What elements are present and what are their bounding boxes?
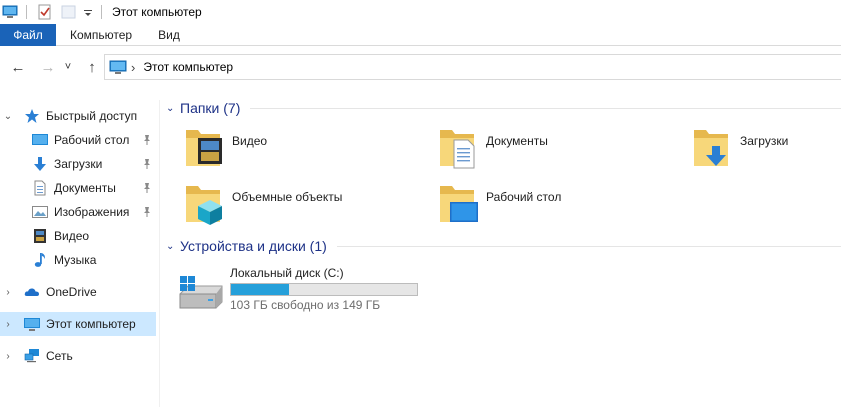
- pin-icon[interactable]: [142, 134, 152, 146]
- new-folder-icon[interactable]: [61, 4, 77, 20]
- folder-3d-objects[interactable]: Объемные объекты: [184, 182, 424, 234]
- group-header-devices[interactable]: ⌄ Устройства и диски (1): [166, 238, 841, 254]
- content-pane: ⌄ Папки (7) Видео Документы Загрузки Объ…: [162, 96, 841, 407]
- sidebar-item-videos[interactable]: Видео: [0, 224, 156, 248]
- chevron-down-icon[interactable]: ⌄: [166, 103, 180, 114]
- tab-file[interactable]: Файл: [0, 24, 56, 46]
- pin-icon[interactable]: [142, 158, 152, 170]
- folder-downloads[interactable]: Загрузки: [692, 126, 841, 178]
- chevron-down-icon[interactable]: ⌄: [0, 111, 16, 122]
- music-icon: [32, 252, 48, 268]
- ribbon-tabs: Файл Компьютер Вид: [0, 24, 841, 46]
- onedrive-icon: [24, 284, 40, 300]
- sidebar-item-label: Видео: [54, 229, 90, 243]
- up-icon[interactable]: ↑: [82, 57, 102, 77]
- sidebar-item-label: Изображения: [54, 205, 130, 219]
- sidebar-item-pictures[interactable]: Изображения: [0, 200, 156, 224]
- recent-locations-icon[interactable]: ˅: [62, 57, 74, 77]
- sidebar-item-label: Загрузки: [54, 157, 103, 171]
- chevron-right-icon[interactable]: ›: [0, 287, 16, 298]
- folder-label: Рабочий стол: [486, 190, 562, 204]
- desktop-icon: [32, 132, 48, 148]
- title-bar: Этот компьютер: [0, 0, 841, 24]
- navigation-bar: ← → ˅ ↑ › Этот компьютер: [0, 50, 841, 84]
- sidebar-item-documents[interactable]: Документы: [0, 176, 156, 200]
- drive-name: Локальный диск (C:): [230, 266, 344, 280]
- group-title: Папки (7): [180, 100, 241, 116]
- breadcrumb[interactable]: Этот компьютер: [143, 60, 233, 74]
- sidebar-item-music[interactable]: Музыка: [0, 248, 156, 272]
- sidebar-item-onedrive[interactable]: › OneDrive: [0, 280, 156, 304]
- hard-drive-icon: [176, 266, 224, 310]
- network-icon: [24, 348, 40, 364]
- documents-folder-icon: [438, 126, 478, 170]
- sidebar-item-label: Этот компьютер: [46, 317, 136, 331]
- group-header-folders[interactable]: ⌄ Папки (7): [166, 100, 841, 116]
- group-title: Устройства и диски (1): [180, 238, 327, 254]
- videos-icon: [32, 228, 48, 244]
- drive-c[interactable]: Локальный диск (C:) 103 ГБ свободно из 1…: [176, 266, 476, 314]
- drive-info: Локальный диск (C:) 103 ГБ свободно из 1…: [230, 266, 418, 314]
- sidebar-item-label: Сеть: [46, 349, 73, 363]
- divider: [101, 5, 102, 19]
- this-pc-icon[interactable]: [2, 4, 18, 20]
- downloads-icon: [32, 156, 48, 172]
- folder-videos[interactable]: Видео: [184, 126, 424, 178]
- breadcrumb-separator[interactable]: ›: [131, 60, 135, 75]
- folder-documents[interactable]: Документы: [438, 126, 678, 178]
- documents-icon: [32, 180, 48, 196]
- divider: [336, 245, 841, 247]
- chevron-right-icon[interactable]: ›: [0, 351, 16, 362]
- this-pc-icon: [24, 316, 40, 332]
- tab-computer[interactable]: Компьютер: [56, 24, 146, 46]
- desktop-folder-icon: [438, 182, 478, 226]
- sidebar-item-label: Рабочий стол: [54, 133, 130, 147]
- star-icon: [24, 108, 40, 124]
- this-pc-icon: [109, 59, 127, 75]
- videos-folder-icon: [184, 126, 224, 170]
- tab-view[interactable]: Вид: [146, 24, 194, 46]
- sidebar-item-network[interactable]: › Сеть: [0, 344, 156, 368]
- sidebar-item-label: Музыка: [54, 253, 97, 267]
- address-bar[interactable]: › Этот компьютер: [104, 54, 841, 80]
- folder-label: Объемные объекты: [232, 190, 343, 204]
- folder-label: Видео: [232, 134, 268, 148]
- customize-toolbar-icon[interactable]: [83, 4, 93, 20]
- drive-free-space: 103 ГБ свободно из 149 ГБ: [230, 298, 381, 312]
- properties-icon[interactable]: [37, 4, 53, 20]
- sidebar-item-quick-access[interactable]: ⌄ Быстрый доступ: [0, 104, 156, 128]
- drive-usage-bar: [230, 283, 418, 296]
- window-title: Этот компьютер: [112, 5, 202, 19]
- pin-icon[interactable]: [142, 182, 152, 194]
- 3d-objects-folder-icon: [184, 182, 224, 226]
- sidebar-item-downloads[interactable]: Загрузки: [0, 152, 156, 176]
- navigation-pane: ⌄ Быстрый доступ Рабочий стол Загрузки Д…: [0, 100, 160, 407]
- sidebar-item-label: OneDrive: [46, 285, 97, 299]
- chevron-right-icon[interactable]: ›: [0, 319, 16, 330]
- sidebar-item-this-pc[interactable]: › Этот компьютер: [0, 312, 156, 336]
- folder-desktop[interactable]: Рабочий стол: [438, 182, 678, 234]
- folder-label: Загрузки: [740, 134, 789, 148]
- back-icon[interactable]: ←: [8, 57, 28, 77]
- forward-icon[interactable]: →: [38, 57, 58, 77]
- folder-label: Документы: [486, 134, 548, 148]
- drive-usage-fill: [231, 284, 289, 295]
- sidebar-item-desktop[interactable]: Рабочий стол: [0, 128, 156, 152]
- downloads-folder-icon: [692, 126, 732, 170]
- sidebar-item-label: Быстрый доступ: [46, 109, 138, 123]
- pictures-icon: [32, 204, 48, 220]
- pin-icon[interactable]: [142, 206, 152, 218]
- sidebar-item-label: Документы: [54, 181, 116, 195]
- chevron-down-icon[interactable]: ⌄: [166, 241, 180, 252]
- divider: [250, 107, 841, 109]
- divider: [26, 5, 27, 19]
